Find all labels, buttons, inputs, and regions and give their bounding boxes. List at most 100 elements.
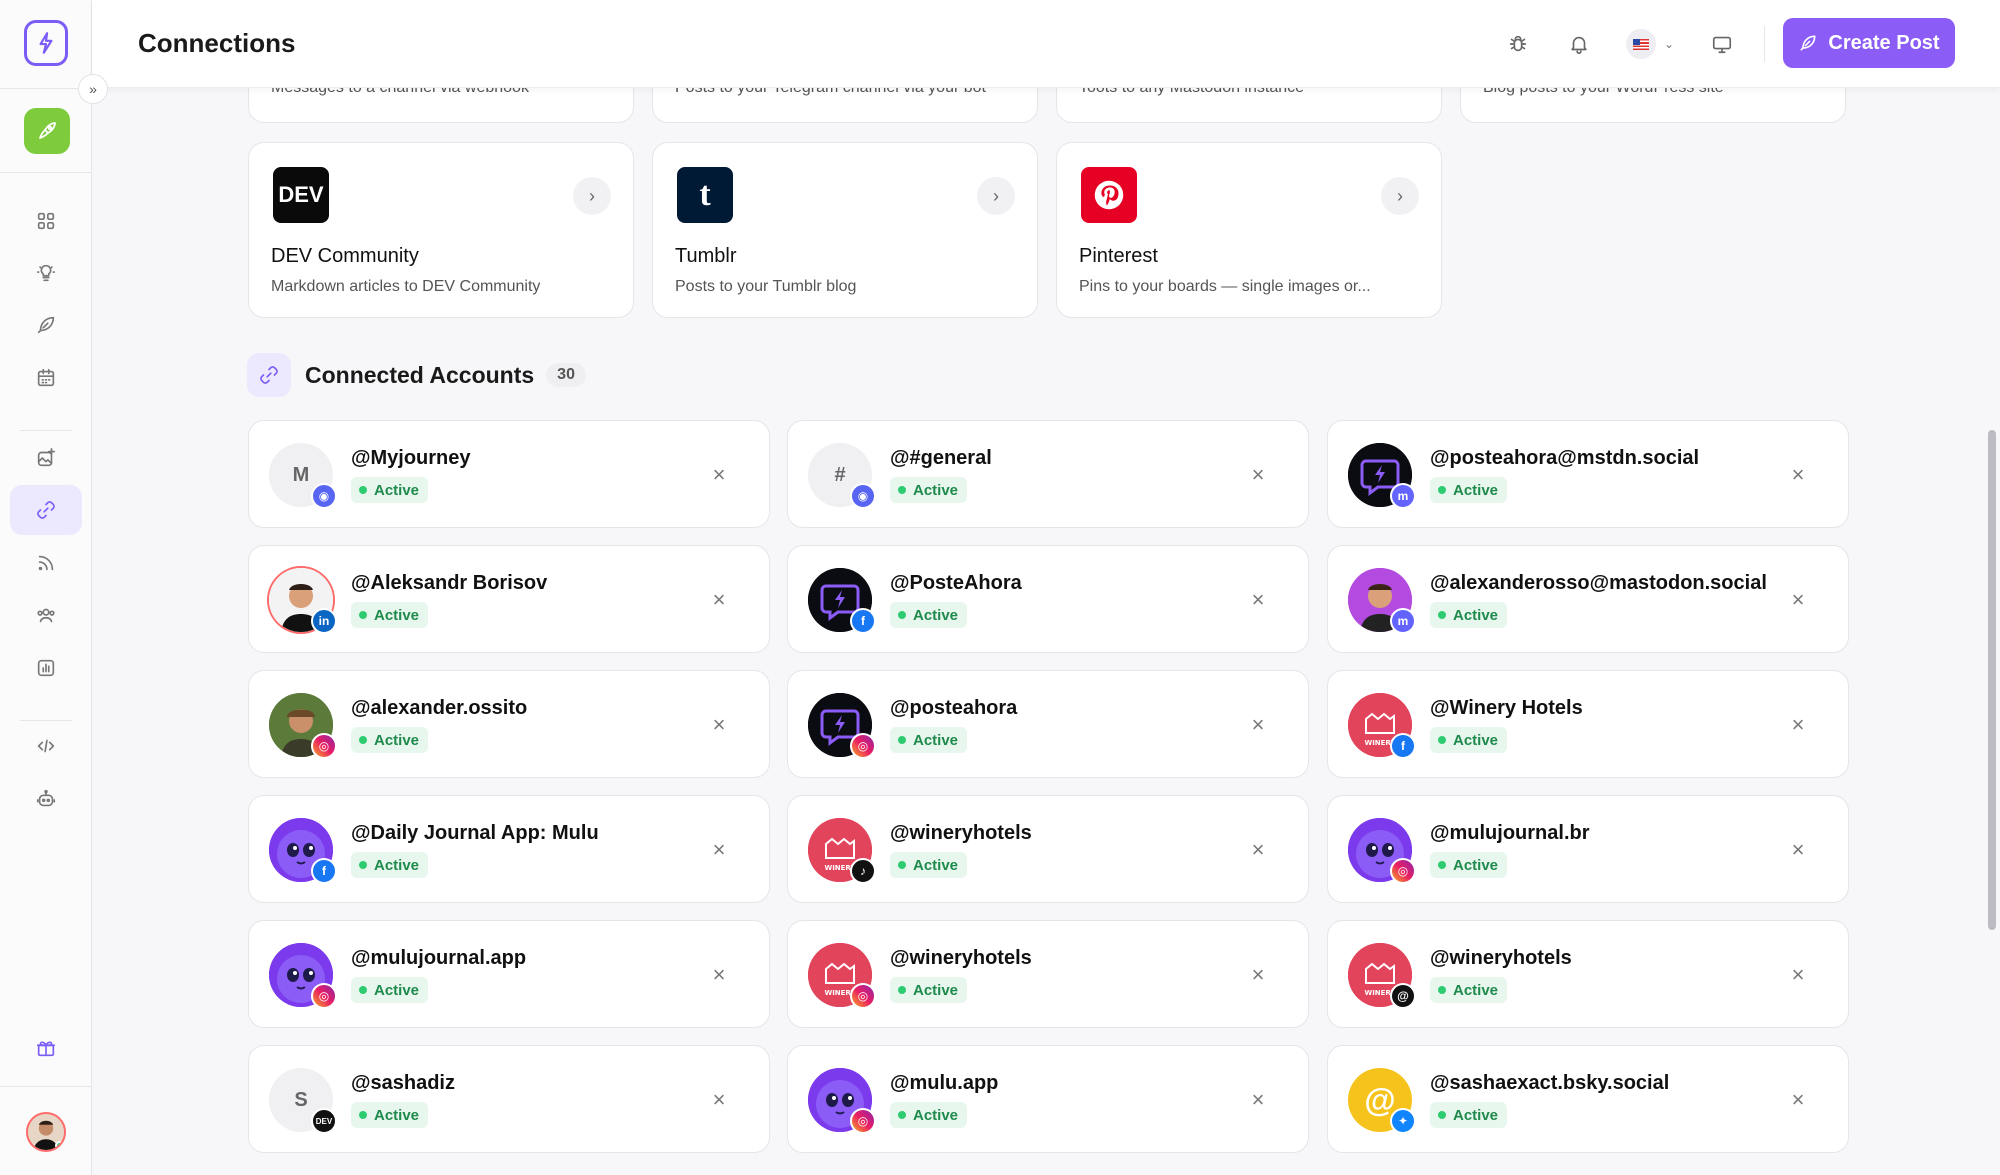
accounts-count-badge: 30 <box>546 363 586 387</box>
account-card[interactable]: in @Aleksandr Borisov Active × <box>248 545 770 653</box>
account-card[interactable]: WINERY ◎ @wineryhotels Active × <box>787 920 1309 1028</box>
app-logo-icon[interactable] <box>24 20 68 66</box>
account-card[interactable]: m @posteahora@mstdn.social Active × <box>1327 420 1849 528</box>
nav-feeds-icon[interactable] <box>10 538 82 588</box>
close-icon[interactable]: × <box>1244 836 1272 864</box>
account-card[interactable]: @ ✦ @sashaexact.bsky.social Active × <box>1327 1045 1849 1153</box>
collapse-sidebar-icon[interactable]: » <box>78 74 108 104</box>
facebook-icon: f <box>850 608 876 634</box>
language-selector[interactable]: ⌄ <box>1626 28 1686 60</box>
rocket-icon[interactable] <box>24 108 70 154</box>
account-card[interactable]: ◎ @alexander.ossito Active × <box>248 670 770 778</box>
close-icon[interactable]: × <box>1244 961 1272 989</box>
scrollbar[interactable] <box>1988 430 1996 930</box>
account-card[interactable]: f @Daily Journal App: Mulu Active × <box>248 795 770 903</box>
chevron-right-icon[interactable]: › <box>573 177 611 215</box>
nav-dashboard-icon[interactable] <box>10 196 82 246</box>
instagram-icon: ◎ <box>850 1108 876 1134</box>
account-card[interactable]: WINERY @ @wineryhotels Active × <box>1327 920 1849 1028</box>
account-name: @alexander.ossito <box>351 697 528 719</box>
account-card[interactable]: WINERY ♪ @wineryhotels Active × <box>787 795 1309 903</box>
account-card[interactable]: WINERY f @Winery Hotels Active × <box>1327 670 1849 778</box>
status-badge: Active <box>1430 477 1508 503</box>
chevron-right-icon[interactable]: › <box>977 177 1015 215</box>
create-post-button[interactable]: Create Post <box>1783 18 1955 68</box>
dev-icon: DEV <box>311 1108 337 1134</box>
close-icon[interactable]: × <box>1784 711 1812 739</box>
section-title: Connected Accounts <box>305 361 535 388</box>
chevron-down-icon: ⌄ <box>1664 37 1675 51</box>
bluesky-icon: ✦ <box>1390 1108 1416 1134</box>
account-name: @sashaexact.bsky.social <box>1430 1072 1670 1094</box>
notification-bell-icon[interactable] <box>1563 28 1595 60</box>
us-flag-icon <box>1626 29 1656 59</box>
account-card[interactable]: f @PosteAhora Active × <box>787 545 1309 653</box>
account-card[interactable]: ◎ @mulu.app Active × <box>787 1045 1309 1153</box>
instagram-icon: ◎ <box>850 983 876 1009</box>
nav-gift-icon[interactable] <box>10 1023 82 1073</box>
instagram-icon: ◎ <box>850 733 876 759</box>
sidebar <box>0 0 92 1175</box>
main-content: Messages to a channel via webhook Posts … <box>92 0 1988 1175</box>
mastodon-icon: m <box>1390 608 1416 634</box>
top-header: Connections ⌄ Create Post <box>92 0 2000 88</box>
close-icon[interactable]: × <box>705 461 733 489</box>
nav-developer-icon[interactable] <box>10 721 82 771</box>
chevron-right-icon[interactable]: › <box>1381 177 1419 215</box>
account-card[interactable]: M ◉ @Myjourney Active × <box>248 420 770 528</box>
account-name: @sashadiz <box>351 1072 455 1094</box>
close-icon[interactable]: × <box>1784 586 1812 614</box>
close-icon[interactable]: × <box>705 961 733 989</box>
account-card[interactable]: ◎ @mulujournal.app Active × <box>248 920 770 1028</box>
close-icon[interactable]: × <box>1244 586 1272 614</box>
status-badge: Active <box>351 852 429 878</box>
tiktok-icon: ♪ <box>850 858 876 884</box>
account-name: @posteahora@mstdn.social <box>1430 447 1700 469</box>
close-icon[interactable]: × <box>1244 711 1272 739</box>
status-badge: Active <box>351 977 429 1003</box>
nav-analytics-icon[interactable] <box>10 643 82 693</box>
close-icon[interactable]: × <box>705 836 733 864</box>
feather-icon <box>1800 35 1816 51</box>
account-name: @alexanderosso@mastodon.social <box>1430 572 1767 594</box>
status-badge: Active <box>351 602 429 628</box>
provider-card-dev-community[interactable]: DEV › DEV Community Markdown articles to… <box>248 142 634 318</box>
close-icon[interactable]: × <box>705 711 733 739</box>
nav-connections-icon[interactable] <box>10 485 82 535</box>
account-card[interactable]: # ◉ @#general Active × <box>787 420 1309 528</box>
connected-accounts-header: Connected Accounts 30 <box>247 353 586 397</box>
account-name: @wineryhotels <box>890 947 1032 969</box>
provider-card-pinterest[interactable]: › Pinterest Pins to your boards — single… <box>1056 142 1442 318</box>
mastodon-icon: m <box>1390 483 1416 509</box>
display-icon[interactable] <box>1706 28 1738 60</box>
nav-compose-icon[interactable] <box>10 300 82 350</box>
user-avatar[interactable] <box>26 1112 66 1152</box>
close-icon[interactable]: × <box>1784 836 1812 864</box>
close-icon[interactable]: × <box>1784 461 1812 489</box>
bug-icon[interactable] <box>1502 28 1534 60</box>
linkedin-icon: in <box>311 608 337 634</box>
account-name: @Daily Journal App: Mulu <box>351 822 599 844</box>
account-card[interactable]: ◎ @posteahora Active × <box>787 670 1309 778</box>
nav-media-icon[interactable] <box>10 433 82 483</box>
page-title: Connections <box>138 28 296 58</box>
nav-team-icon[interactable] <box>10 590 82 640</box>
close-icon[interactable]: × <box>1784 1086 1812 1114</box>
close-icon[interactable]: × <box>1244 1086 1272 1114</box>
account-card[interactable]: m @alexanderosso@mastodon.social Active × <box>1327 545 1849 653</box>
status-badge: Active <box>351 1102 429 1128</box>
account-name: @Aleksandr Borisov <box>351 572 548 594</box>
close-icon[interactable]: × <box>1784 961 1812 989</box>
close-icon[interactable]: × <box>705 1086 733 1114</box>
nav-agent-icon[interactable] <box>10 774 82 824</box>
close-icon[interactable]: × <box>705 586 733 614</box>
nav-ideas-icon[interactable] <box>10 248 82 298</box>
close-icon[interactable]: × <box>1244 461 1272 489</box>
dev-logo-icon: DEV <box>273 167 329 223</box>
account-name: @wineryhotels <box>1430 947 1572 969</box>
nav-calendar-icon[interactable] <box>10 353 82 403</box>
account-card[interactable]: ◎ @mulujournal.br Active × <box>1327 795 1849 903</box>
provider-card-tumblr[interactable]: t › Tumblr Posts to your Tumblr blog <box>652 142 1038 318</box>
discord-icon: ◉ <box>850 483 876 509</box>
account-card[interactable]: S DEV @sashadiz Active × <box>248 1045 770 1153</box>
